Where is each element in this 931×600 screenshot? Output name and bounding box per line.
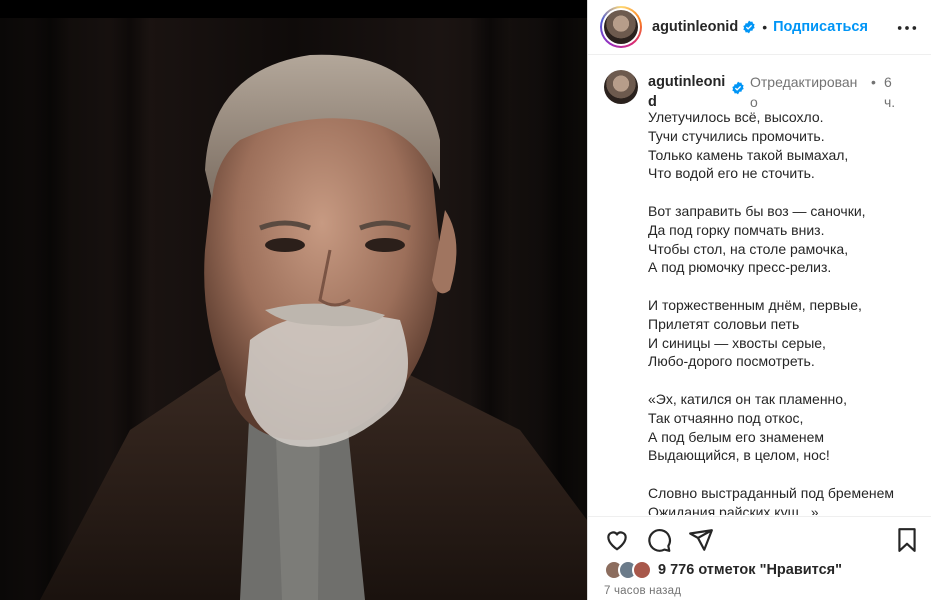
post-side-panel: agutinleonid • Подписаться agutinleoni d… [587, 0, 931, 600]
share-icon[interactable] [688, 527, 714, 553]
poem-stanza: Словно выстраданный под бременем Ожидани… [648, 484, 918, 515]
poem-line: Тучи стучились промочить. [648, 127, 825, 144]
action-bar [588, 516, 931, 564]
separator-dot: • [762, 19, 768, 35]
poem-line: Словно выстраданный под бременем [648, 484, 895, 501]
caption-area[interactable]: agutinleoni d Отредактирован о • 6 ч. Ул… [588, 56, 931, 515]
likes-row[interactable]: 9 776 отметок "Нравится" [604, 560, 842, 580]
poem-stanza: «Эх, катился он так пламенно, Так отчаян… [648, 390, 918, 465]
caption-username[interactable]: agutinleoni d [648, 72, 732, 112]
poem-stanza: И торжественным днём, первые, Прилетят с… [648, 296, 918, 371]
author-username[interactable]: agutinleonid [652, 19, 738, 35]
verified-icon [732, 81, 744, 95]
poem-line: Улетучилось всё, высохло. [648, 109, 824, 125]
poem-line: И синицы — хвосты серые, [648, 334, 826, 351]
poem-line: Ожидания райских кущ...» [648, 503, 819, 515]
verified-icon [743, 20, 755, 34]
likes-count[interactable]: 9 776 отметок "Нравится" [658, 562, 842, 578]
caption-avatar[interactable] [604, 70, 638, 104]
poem-line: «Эх, катился он так пламенно, [648, 390, 847, 407]
poem-line: Только камень такой вымахал, [648, 146, 849, 163]
follow-button[interactable]: Подписаться [773, 19, 868, 35]
poem-stanza: Улетучилось всё, высохло. Тучи стучились… [648, 108, 918, 183]
poem-stanza: Вот заправить бы воз — саночки, Да под г… [648, 202, 918, 277]
post-header: agutinleonid • Подписаться [588, 0, 931, 55]
poem-line: А под рюмочку пресс-релиз. [648, 259, 832, 276]
poem-line: Да под горку помчать вниз. [648, 221, 825, 238]
edited-label: Отредактирован о [750, 74, 858, 110]
poem-line: Что водой его не сточить. [648, 165, 815, 182]
liker-avatar [632, 560, 652, 580]
poem-line: Прилетят соловьи петь [648, 315, 800, 332]
post-photo[interactable] [0, 0, 587, 600]
poem-line: А под белым его знаменем [648, 428, 825, 445]
poem-line: Любо-дорого посмотреть. [648, 353, 815, 370]
comment-icon[interactable] [646, 527, 672, 553]
poem-line: Выдающийся, в целом, нос! [648, 447, 830, 464]
separator-dot: • [871, 74, 876, 90]
bookmark-icon[interactable] [894, 527, 920, 553]
poem-line: Так отчаянно под откос, [648, 409, 804, 426]
poem-line: Чтобы стол, на столе рамочка, [648, 240, 849, 257]
post-timestamp[interactable]: 7 часов назад [604, 585, 681, 597]
author-avatar[interactable] [600, 6, 642, 48]
poem-line: И торжественным днём, первые, [648, 296, 862, 313]
heart-icon[interactable] [604, 527, 630, 553]
portrait-image [40, 54, 587, 600]
post-time-short[interactable]: 6 ч. [884, 72, 896, 112]
avatar-image [604, 10, 638, 44]
caption-text: Улетучилось всё, высохло. Тучи стучились… [648, 108, 918, 515]
more-options-icon[interactable] [896, 17, 918, 39]
poem-line: Вот заправить бы воз — саночки, [648, 202, 866, 219]
